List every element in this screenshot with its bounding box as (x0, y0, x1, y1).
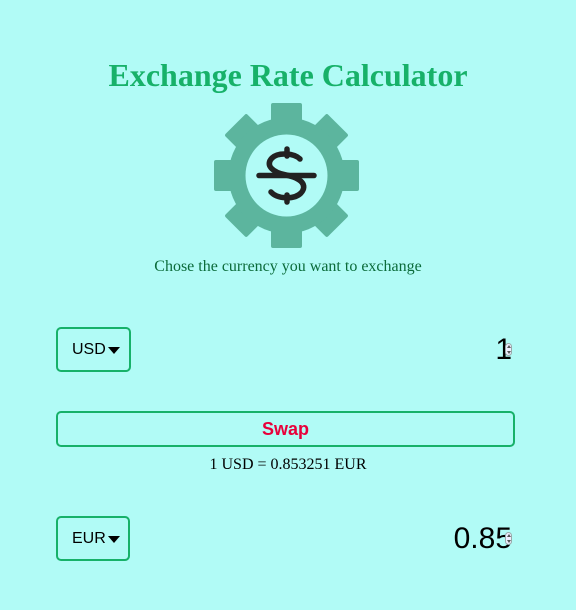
gear-dollar-icon (214, 103, 359, 248)
currency-one-select[interactable]: USD (56, 327, 131, 372)
swap-button[interactable]: Swap (56, 411, 515, 447)
amount-two-stepper[interactable] (505, 532, 512, 545)
currency-one-value: USD (72, 340, 106, 358)
page-subtitle: Chose the currency you want to exchange (154, 258, 422, 275)
chevron-down-icon (107, 346, 120, 354)
amount-one-stepper[interactable] (505, 343, 512, 356)
currency-two-value: EUR (72, 529, 106, 547)
chevron-down-icon (107, 535, 120, 543)
rate-text: 1 USD = 0.853251 EUR (209, 456, 367, 473)
amount-two-input[interactable]: 0.85 (454, 522, 512, 556)
currency-two-select[interactable]: EUR (56, 516, 130, 561)
page-title: Exchange Rate Calculator (108, 57, 468, 93)
